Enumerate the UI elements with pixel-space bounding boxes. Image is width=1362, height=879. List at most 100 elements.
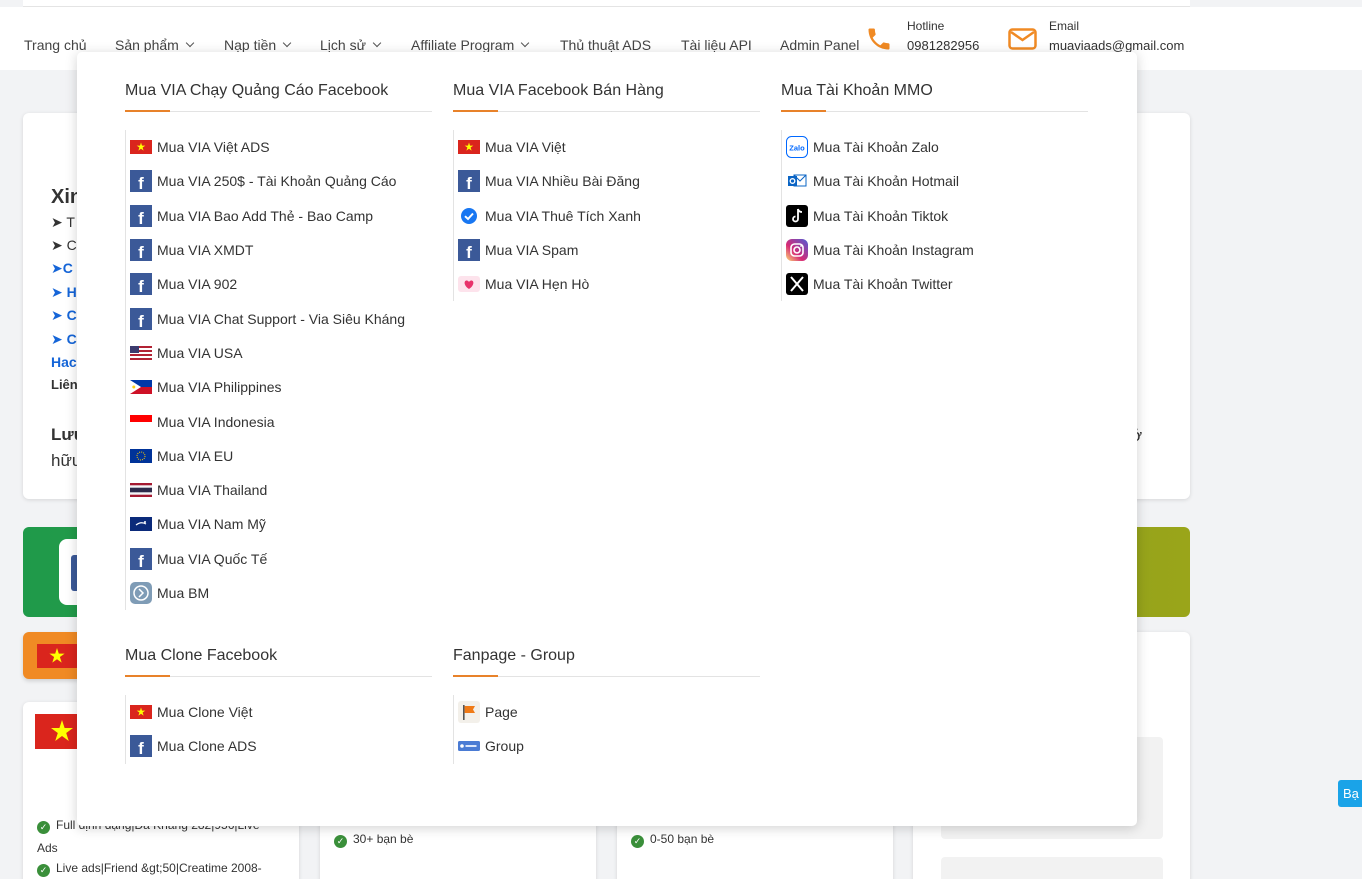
facebook-icon: f [130, 307, 152, 330]
menu-section-divider [125, 675, 432, 677]
menu-item-zalo[interactable]: Zalo Mua Tài Khoản Zalo [786, 130, 1088, 164]
menu-item-label: Group [485, 738, 524, 755]
menu-item-label: Mua VIA Thuê Tích Xanh [485, 207, 641, 224]
menu-item-via-viet-ads[interactable]: Mua VIA Việt ADS [130, 130, 432, 164]
feature-text: Ads [37, 841, 58, 855]
menu-section-title: Mua Tài Khoản MMO [781, 82, 933, 99]
nav-home-label: Trang chủ [24, 37, 87, 53]
nav-ads-tips[interactable]: Thủ thuật ADS [560, 37, 651, 53]
menu-section-divider [453, 110, 760, 112]
menu-section-divider [781, 110, 1088, 112]
nav-products[interactable]: Sản phẩm [115, 37, 195, 53]
menu-section-fanpage-group: Fanpage - Group Page Group [453, 646, 760, 764]
menu-item-via-902[interactable]: f Mua VIA 902 [130, 267, 432, 301]
phone-icon [865, 25, 893, 53]
menu-section-via-ads: Mua VIA Chạy Quảng Cáo Facebook Mua VIA … [125, 81, 432, 611]
tiktok-icon [786, 204, 808, 227]
menu-item-clone-viet[interactable]: Mua Clone Việt [130, 695, 432, 729]
menu-item-via-philippines[interactable]: Mua VIA Philippines [130, 370, 432, 404]
svg-text:Zalo: Zalo [789, 144, 805, 153]
menu-item-via-nam-my[interactable]: Mua VIA Nam Mỹ [130, 507, 432, 541]
menu-item-via-bao-add-the[interactable]: f Mua VIA Bao Add Thẻ - Bao Camp [130, 199, 432, 233]
menu-item-label: Mua VIA Nam Mỹ [157, 516, 266, 533]
menu-item-twitter[interactable]: Mua Tài Khoản Twitter [786, 267, 1088, 301]
menu-item-label: Mua Tài Khoản Tiktok [813, 207, 949, 224]
menu-item-clone-ads[interactable]: f Mua Clone ADS [130, 729, 432, 763]
menu-item-instagram[interactable]: Mua Tài Khoản Instagram [786, 233, 1088, 267]
facebook-icon: f [458, 239, 480, 262]
menu-item-via-thailand[interactable]: Mua VIA Thailand [130, 473, 432, 507]
menu-item-label: Mua VIA XMDT [157, 242, 254, 259]
menu-item-tiktok[interactable]: Mua Tài Khoản Tiktok [786, 199, 1088, 233]
menu-item-via-250[interactable]: f Mua VIA 250$ - Tài Khoản Quảng Cáo [130, 164, 432, 198]
nav-affiliate[interactable]: Affiliate Program [411, 37, 530, 53]
menu-item-via-xmdt[interactable]: f Mua VIA XMDT [130, 233, 432, 267]
facebook-icon: f [130, 204, 152, 227]
outlook-icon [786, 170, 808, 192]
x-twitter-icon [786, 273, 808, 296]
intro-link[interactable]: ➤ H [51, 284, 77, 301]
menu-item-via-tich-xanh[interactable]: Mua VIA Thuê Tích Xanh [458, 199, 760, 233]
hotline-number[interactable]: 0981282956 [907, 38, 979, 53]
menu-item-via-hen-ho[interactable]: Mua VIA Hẹn Hò [458, 267, 760, 301]
products-mega-menu: Mua VIA Chạy Quảng Cáo Facebook Mua VIA … [77, 52, 1137, 826]
intro-link[interactable]: ➤ C [51, 331, 77, 348]
menu-item-label: Mua VIA Thailand [157, 482, 268, 499]
menu-item-list: Mua Clone Việt f Mua Clone ADS [125, 695, 432, 764]
hotline-label: Hotline [907, 19, 945, 33]
nav-api-docs[interactable]: Tài liệu API [681, 37, 752, 53]
menu-section-divider [125, 110, 432, 112]
vn-flag-icon [130, 701, 152, 723]
page-flag-icon [458, 701, 480, 724]
feature-line: ✓ 0-50 bạn bè [631, 832, 714, 848]
category-tab[interactable] [23, 632, 83, 679]
menu-item-via-indonesia[interactable]: Mua VIA Indonesia [130, 404, 432, 438]
nav-deposit[interactable]: Nạp tiền [224, 37, 292, 53]
business-manager-icon [130, 582, 152, 604]
menu-item-page[interactable]: Page [458, 695, 760, 729]
intro-link[interactable]: Hac [51, 354, 77, 370]
menu-section-mmo: Mua Tài Khoản MMO Zalo Mua Tài Khoản Zalo… [781, 81, 1088, 302]
verified-badge-icon [458, 205, 480, 227]
nav-deposit-label: Nạp tiền [224, 37, 277, 53]
menu-item-label: Mua VIA Việt [485, 139, 566, 156]
menu-item-label: Mua VIA Nhiều Bài Đăng [485, 173, 640, 190]
menu-section-title: Fanpage - Group [453, 647, 575, 664]
menu-item-via-spam[interactable]: f Mua VIA Spam [458, 233, 760, 267]
email-address[interactable]: muaviaads@gmail.com [1049, 38, 1184, 53]
feature-line: ✓ Live ads|Friend &gt;50|Creatime 2008- [37, 861, 262, 877]
menu-item-via-eu[interactable]: Mua VIA EU [130, 439, 432, 473]
menu-item-label: Mua Tài Khoản Hotmail [813, 173, 960, 190]
menu-item-label: Mua Tài Khoản Instagram [813, 242, 974, 259]
facebook-icon: f [130, 735, 152, 758]
group-badge-icon [458, 735, 480, 757]
menu-item-label: Mua VIA 250$ - Tài Khoản Quảng Cáo [157, 173, 397, 190]
menu-item-mua-bm[interactable]: Mua BM [130, 576, 432, 610]
nav-admin-panel[interactable]: Admin Panel [780, 37, 859, 53]
menu-item-via-nhieu-bai-dang[interactable]: f Mua VIA Nhiều Bài Đăng [458, 164, 760, 198]
south-america-flag-icon [130, 513, 152, 535]
chat-side-tab[interactable]: Bạ [1338, 780, 1362, 807]
intro-contact: Liên [51, 377, 78, 392]
menu-item-via-usa[interactable]: Mua VIA USA [130, 336, 432, 370]
intro-link[interactable]: ➤C [51, 260, 73, 277]
email-label: Email [1049, 19, 1080, 33]
menu-item-label: Mua VIA USA [157, 344, 243, 361]
vn-flag-icon [37, 644, 77, 668]
vn-flag-icon [458, 136, 480, 158]
nav-history[interactable]: Lịch sử [320, 37, 382, 53]
check-icon: ✓ [334, 835, 347, 848]
menu-item-group[interactable]: Group [458, 729, 760, 763]
nav-home[interactable]: Trang chủ [24, 37, 87, 53]
intro-link[interactable]: ➤ C [51, 307, 77, 324]
intro-line: ➤ T [51, 214, 75, 230]
menu-item-via-chat-support[interactable]: f Mua VIA Chat Support - Via Siêu Kháng [130, 301, 432, 335]
menu-item-via-quoc-te[interactable]: f Mua VIA Quốc Tế [130, 542, 432, 576]
menu-item-label: Mua Tài Khoản Twitter [813, 276, 953, 293]
menu-item-hotmail[interactable]: Mua Tài Khoản Hotmail [786, 164, 1088, 198]
feature-line: ✓ 30+ bạn bè [334, 832, 413, 848]
check-icon: ✓ [37, 821, 50, 834]
menu-item-label: Mua VIA Chat Support - Via Siêu Kháng [157, 310, 406, 327]
th-flag-icon [130, 479, 152, 501]
menu-item-via-viet[interactable]: Mua VIA Việt [458, 130, 760, 164]
